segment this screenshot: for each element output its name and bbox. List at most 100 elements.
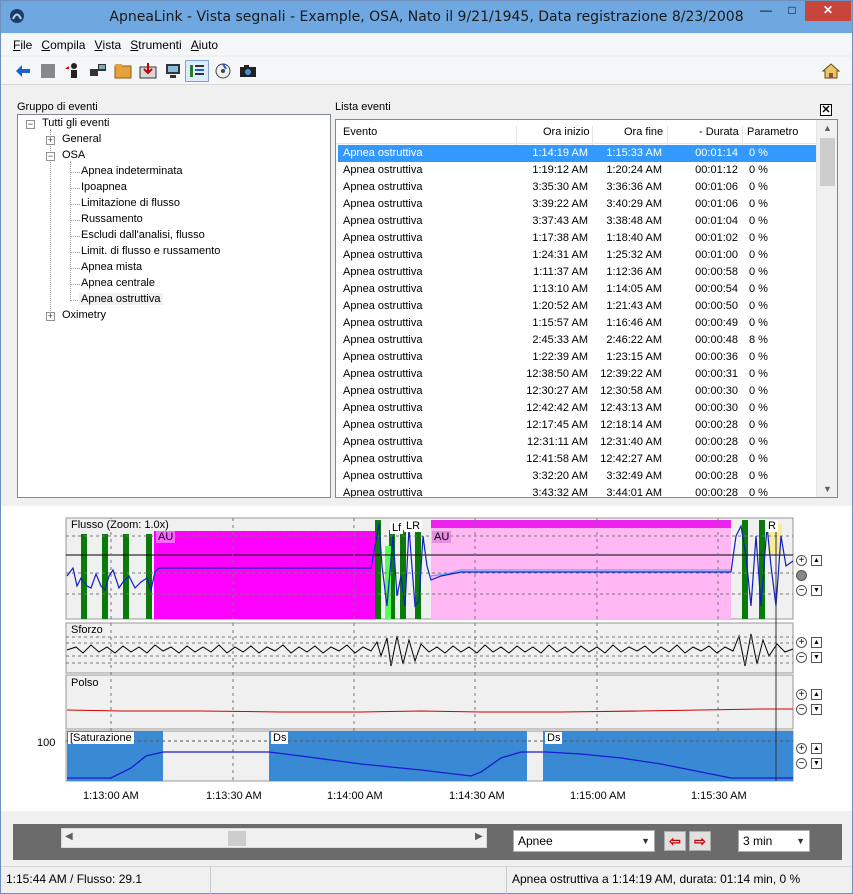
window-length-select[interactable]: 3 min ▼ — [738, 830, 810, 852]
tree-node-general[interactable]: General — [62, 133, 101, 145]
tree-node-root[interactable]: Tutti gli eventi — [42, 117, 109, 129]
menu-file[interactable]: File — [13, 38, 32, 52]
stop-icon[interactable] — [38, 61, 58, 81]
close-panel-button[interactable]: ✕ — [820, 104, 832, 116]
col-ora-fine[interactable]: Ora fine — [624, 126, 663, 138]
col-durata[interactable]: - Durata — [699, 126, 739, 138]
import-icon[interactable] — [138, 61, 158, 81]
event-list-scrollbar[interactable]: ▲ ▼ — [816, 120, 837, 497]
table-row[interactable]: Apnea ostruttiva 12:38:50 AM 12:39:22 AM 00… — [338, 366, 818, 383]
scroll-down-pulse-icon[interactable]: ▼ — [811, 704, 822, 715]
signal-view-icon[interactable] — [187, 61, 207, 81]
table-row[interactable]: Apnea ostruttiva 1:17:38 AM 1:18:40 AM 00:0… — [338, 230, 818, 247]
table-row[interactable]: Apnea ostruttiva 1:20:52 AM 1:21:43 AM 00:0… — [338, 298, 818, 315]
table-row[interactable]: Apnea ostruttiva 3:37:43 AM 3:38:48 AM 00:0… — [338, 213, 818, 230]
table-row[interactable]: Apnea ostruttiva 3:35:30 AM 3:36:36 AM 00:0… — [338, 179, 818, 196]
zoom-reset-flow-icon[interactable] — [796, 570, 807, 581]
zoom-out-effort-icon[interactable]: − — [796, 652, 807, 663]
table-row[interactable]: Apnea ostruttiva 1:15:57 AM 1:16:46 AM 00:0… — [338, 315, 818, 332]
table-row[interactable]: Apnea ostruttiva 1:14:19 AM 1:15:33 AM 00:0… — [338, 145, 818, 162]
camera-icon[interactable] — [238, 61, 258, 81]
back-arrow-icon[interactable] — [13, 61, 33, 81]
col-evento[interactable]: Evento — [343, 126, 377, 138]
table-row[interactable]: Apnea ostruttiva 1:22:39 AM 1:23:15 AM 00:0… — [338, 349, 818, 366]
time-tick: 1:15:30 AM — [691, 790, 747, 802]
monitor-icon[interactable] — [163, 61, 183, 81]
table-cell: Apnea ostruttiva — [343, 198, 423, 210]
table-cell: 0 % — [749, 453, 768, 465]
table-row[interactable]: Apnea ostruttiva 12:31:11 AM 12:31:40 AM 00… — [338, 434, 818, 451]
table-row[interactable]: Apnea ostruttiva 1:19:12 AM 1:20:24 AM 00:0… — [338, 162, 818, 179]
table-row[interactable]: Apnea ostruttiva 12:30:27 AM 12:30:58 AM 00… — [338, 383, 818, 400]
menu-strumenti[interactable]: Strumenti — [130, 38, 181, 52]
cd-icon[interactable] — [213, 61, 233, 81]
zoom-in-effort-icon[interactable]: + — [796, 637, 807, 648]
tree-node-limitazione-flusso[interactable]: Limitazione di flusso — [81, 197, 180, 209]
apnea-event-block[interactable] — [154, 531, 375, 619]
tree-node-osa[interactable]: OSA — [62, 149, 85, 161]
col-ora-inizio[interactable]: Ora inizio — [543, 126, 589, 138]
zoom-out-flow-icon[interactable]: − — [796, 585, 807, 596]
table-row[interactable]: Apnea ostruttiva 1:24:31 AM 1:25:32 AM 00:0… — [338, 247, 818, 264]
zoom-in-saturation-icon[interactable]: + — [796, 743, 807, 754]
tree-node-escludi-analisi[interactable]: Escludi dall'analisi, flusso — [81, 229, 205, 241]
table-row[interactable]: Apnea ostruttiva 3:39:22 AM 3:40:29 AM 00:0… — [338, 196, 818, 213]
time-scrollbar[interactable]: ◀ ▶ — [61, 828, 487, 848]
scroll-up-effort-icon[interactable]: ▲ — [811, 637, 822, 648]
menu-vista[interactable]: Vista — [95, 38, 122, 52]
table-cell: 0 % — [749, 266, 768, 278]
scroll-down-effort-icon[interactable]: ▼ — [811, 652, 822, 663]
scroll-left-icon[interactable]: ◀ — [65, 831, 73, 842]
expander-root[interactable]: − — [26, 120, 35, 129]
table-row[interactable]: Apnea ostruttiva 12:42:42 AM 12:43:13 AM 00… — [338, 400, 818, 417]
close-window-button[interactable]: ✕ — [805, 1, 851, 21]
table-row[interactable]: Apnea ostruttiva 3:43:32 AM 3:44:01 AM 00:0… — [338, 485, 818, 497]
tree-node-limit-flusso-russamento[interactable]: Limit. di flusso e russamento — [81, 245, 220, 257]
scroll-up-saturation-icon[interactable]: ▲ — [811, 743, 822, 754]
menu-aiuto[interactable]: Aiuto — [191, 38, 218, 52]
scroll-down-saturation-icon[interactable]: ▼ — [811, 758, 822, 769]
table-row[interactable]: Apnea ostruttiva 12:17:45 AM 12:18:14 AM 00… — [338, 417, 818, 434]
scroll-thumb[interactable] — [820, 138, 835, 186]
tree-node-apnea-mista[interactable]: Apnea mista — [81, 261, 142, 273]
tree-node-apnea-ostruttiva[interactable]: Apnea ostruttiva — [79, 293, 163, 305]
zoom-in-pulse-icon[interactable]: + — [796, 689, 807, 700]
table-cell: 3:40:29 AM — [606, 198, 662, 210]
maximize-button[interactable]: □ — [779, 1, 805, 21]
expander-oximetry[interactable]: + — [46, 312, 55, 321]
scroll-down-flow-icon[interactable]: ▼ — [811, 585, 822, 596]
zoom-out-saturation-icon[interactable]: − — [796, 758, 807, 769]
time-scroll-thumb[interactable] — [228, 831, 246, 846]
home-icon[interactable] — [821, 61, 841, 81]
minimize-button[interactable]: — — [753, 1, 779, 21]
table-row[interactable]: Apnea ostruttiva 12:41:58 AM 12:42:27 AM 00… — [338, 451, 818, 468]
scroll-right-icon[interactable]: ▶ — [475, 831, 483, 842]
scroll-up-flow-icon[interactable]: ▲ — [811, 555, 822, 566]
table-cell: 1:22:39 AM — [532, 351, 588, 363]
next-event-button[interactable]: ⇨ — [689, 831, 711, 851]
table-row[interactable]: Apnea ostruttiva 2:45:33 AM 2:46:22 AM 00:0… — [338, 332, 818, 349]
zoom-out-pulse-icon[interactable]: − — [796, 704, 807, 715]
menu-compila[interactable]: Compila — [41, 38, 85, 52]
expander-osa[interactable]: − — [46, 152, 55, 161]
zoom-in-flow-icon[interactable]: + — [796, 555, 807, 566]
table-row[interactable]: Apnea ostruttiva 1:11:37 AM 1:12:36 AM 00:0… — [338, 264, 818, 281]
computer-transfer-icon[interactable] — [88, 61, 108, 81]
tree-node-apnea-centrale[interactable]: Apnea centrale — [81, 277, 155, 289]
previous-event-button[interactable]: ⇦ — [664, 831, 686, 851]
scroll-up-icon[interactable]: ▲ — [817, 120, 837, 136]
event-type-select[interactable]: Apnee ▼ — [513, 830, 655, 852]
expander-general[interactable]: + — [46, 136, 55, 145]
col-parametro[interactable]: Parametro — [747, 126, 798, 138]
tree-node-apnea-indeterminata[interactable]: Apnea indeterminata — [81, 165, 183, 177]
table-cell: 00:01:12 — [695, 164, 738, 176]
table-row[interactable]: Apnea ostruttiva 1:13:10 AM 1:14:05 AM 00:0… — [338, 281, 818, 298]
scroll-down-icon[interactable]: ▼ — [817, 481, 837, 497]
tree-node-oximetry[interactable]: Oximetry — [62, 309, 106, 321]
scroll-up-pulse-icon[interactable]: ▲ — [811, 689, 822, 700]
tree-node-ipoapnea[interactable]: Ipoapnea — [81, 181, 127, 193]
person-icon[interactable] — [63, 61, 83, 81]
table-row[interactable]: Apnea ostruttiva 3:32:20 AM 3:32:49 AM 00:0… — [338, 468, 818, 485]
folder-icon[interactable] — [113, 61, 133, 81]
tree-node-russamento[interactable]: Russamento — [81, 213, 143, 225]
